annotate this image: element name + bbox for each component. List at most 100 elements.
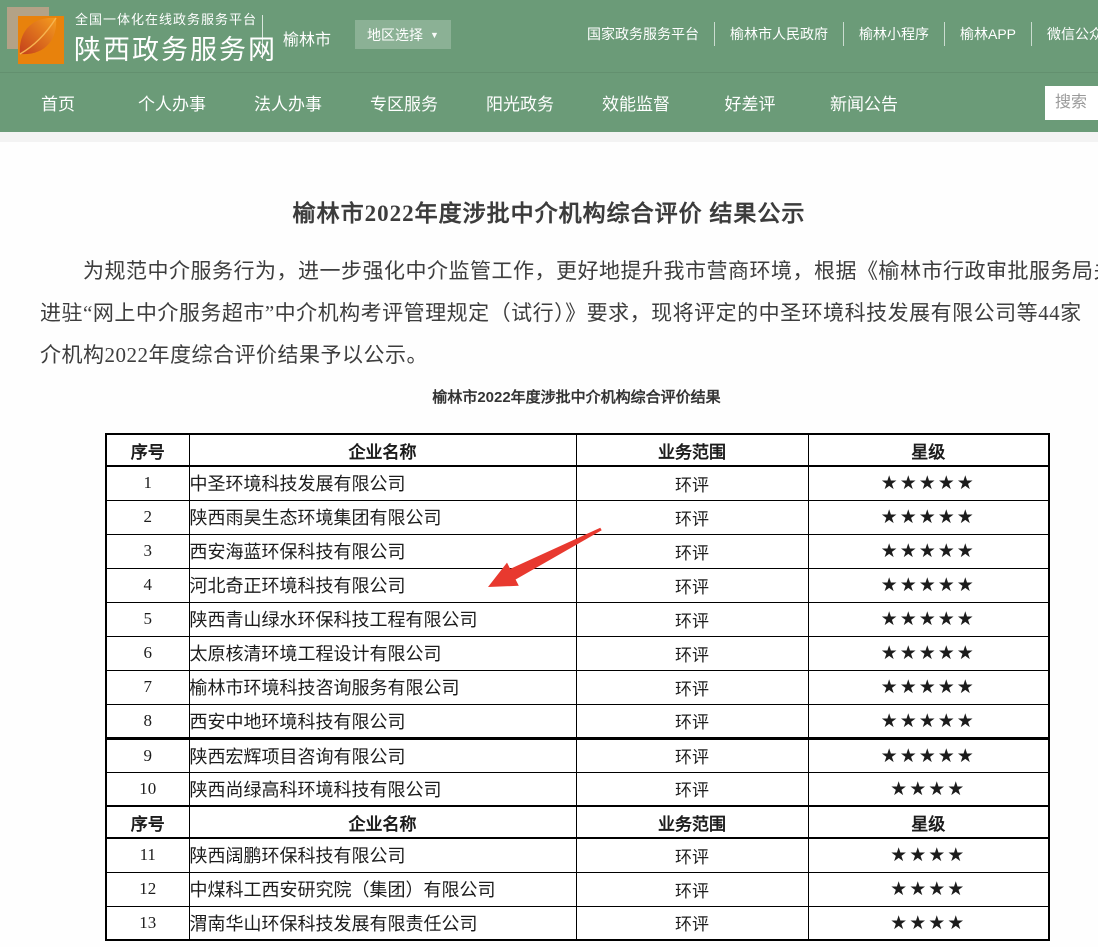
cell-name: 河北奇正环境科技有限公司 (189, 568, 576, 602)
nav-item[interactable]: 个人办事 (138, 90, 206, 115)
table-row: 4河北奇正环境科技有限公司环评★★★★★ (106, 568, 1049, 602)
table-row: 9陕西宏辉项目咨询有限公司环评★★★★★ (106, 738, 1049, 772)
cell-no: 7 (106, 670, 189, 704)
top-link[interactable]: 国家政务服务平台 (572, 22, 715, 46)
cell-scope: 环评 (576, 534, 808, 568)
nav-item[interactable]: 阳光政务 (486, 90, 554, 115)
site-name: 陕西政务服务网 (74, 28, 277, 67)
top-link[interactable]: 榆林小程序 (844, 22, 945, 46)
cell-no: 2 (106, 500, 189, 534)
cell-stars: ★★★★★ (808, 670, 1049, 704)
cell-scope: 环评 (576, 602, 808, 636)
nav-item[interactable]: 首页 (26, 90, 90, 115)
cell-name: 榆林市环境科技咨询服务有限公司 (189, 670, 576, 704)
cell-scope: 环评 (576, 568, 808, 602)
cell-scope: 环评 (576, 838, 808, 872)
nav-item[interactable]: 法人办事 (254, 90, 322, 115)
column-header: 业务范围 (576, 806, 808, 838)
cell-stars: ★★★★★ (808, 704, 1049, 738)
search-box[interactable] (1045, 86, 1098, 120)
column-header: 序号 (106, 434, 189, 466)
table-row: 7榆林市环境科技咨询服务有限公司环评★★★★★ (106, 670, 1049, 704)
table-row: 6太原核清环境工程设计有限公司环评★★★★★ (106, 636, 1049, 670)
cell-stars: ★★★★ (808, 838, 1049, 872)
page-title: 榆林市2022年度涉批中介机构综合评价 结果公示 (0, 194, 1098, 228)
main-nav: 首页 个人办事 法人办事 专区服务 阳光政务 效能监督 好差评 新闻公告 (0, 72, 1098, 132)
table-row: 5陕西青山绿水环保科技工程有限公司环评★★★★★ (106, 602, 1049, 636)
cell-no: 10 (106, 772, 189, 806)
cell-stars: ★★★★ (808, 872, 1049, 906)
nav-bottom-strip (0, 132, 1098, 142)
announcement-paragraph: 为规范中介服务行为，进一步强化中介监管工作，更好地提升我市营商环境，根据《榆林市… (40, 250, 1098, 376)
table-caption: 榆林市2022年度涉批中介机构综合评价结果 (105, 386, 1048, 407)
table-row: 8西安中地环境科技有限公司环评★★★★★ (106, 704, 1049, 738)
cell-no: 4 (106, 568, 189, 602)
table-row: 13渭南华山环保科技发展有限责任公司环评★★★★ (106, 906, 1049, 940)
region-selector-label: 地区选择 (367, 25, 423, 45)
cell-name: 西安中地环境科技有限公司 (189, 704, 576, 738)
cell-stars: ★★★★★ (808, 466, 1049, 500)
column-header: 企业名称 (189, 806, 576, 838)
site-header: 全国一体化在线政务服务平台 陕西政务服务网 榆林市 地区选择 ▼ 国家政务服务平… (0, 0, 1098, 72)
site-logo-icon[interactable] (6, 6, 64, 66)
cell-name: 陕西雨昊生态环境集团有限公司 (189, 500, 576, 534)
table-header-row: 序号企业名称业务范围星级 (106, 434, 1049, 466)
table-row: 10陕西尚绿高科环境科技有限公司环评★★★★ (106, 772, 1049, 806)
cell-no: 13 (106, 906, 189, 940)
cell-stars: ★★★★★ (808, 602, 1049, 636)
cell-no: 6 (106, 636, 189, 670)
cell-scope: 环评 (576, 872, 808, 906)
cell-name: 陕西宏辉项目咨询有限公司 (189, 738, 576, 772)
cell-name: 西安海蓝环保科技有限公司 (189, 534, 576, 568)
header-divider (262, 15, 263, 59)
nav-item[interactable]: 新闻公告 (830, 90, 898, 115)
cell-scope: 环评 (576, 704, 808, 738)
cell-scope: 环评 (576, 738, 808, 772)
region-selector-button[interactable]: 地区选择 ▼ (355, 20, 451, 49)
top-link[interactable]: 微信公众号 (1032, 22, 1098, 46)
table-row: 11陕西阔鹏环保科技有限公司环评★★★★ (106, 838, 1049, 872)
column-header: 星级 (808, 806, 1049, 838)
cell-name: 中煤科工西安研究院（集团）有限公司 (189, 872, 576, 906)
column-header: 业务范围 (576, 434, 808, 466)
cell-no: 1 (106, 466, 189, 500)
cell-name: 太原核清环境工程设计有限公司 (189, 636, 576, 670)
cell-stars: ★★★★★ (808, 534, 1049, 568)
cell-name: 陕西青山绿水环保科技工程有限公司 (189, 602, 576, 636)
search-input[interactable] (1045, 86, 1098, 120)
evaluation-results-table: 序号企业名称业务范围星级1中圣环境科技发展有限公司环评★★★★★2陕西雨昊生态环… (105, 433, 1050, 941)
nav-item[interactable]: 好差评 (718, 90, 782, 115)
top-link[interactable]: 榆林市人民政府 (715, 22, 844, 46)
cell-scope: 环评 (576, 906, 808, 940)
cell-stars: ★★★★★ (808, 636, 1049, 670)
top-link[interactable]: 榆林APP (945, 22, 1032, 46)
paragraph-line: 介机构2022年度综合评价结果予以公示。 (40, 334, 1098, 376)
cell-name: 陕西阔鹏环保科技有限公司 (189, 838, 576, 872)
nav-item[interactable]: 专区服务 (370, 90, 438, 115)
table-header-row: 序号企业名称业务范围星级 (106, 806, 1049, 838)
cell-name: 陕西尚绿高科环境科技有限公司 (189, 772, 576, 806)
paragraph-line: 为规范中介服务行为，进一步强化中介监管工作，更好地提升我市营商环境，根据《榆林市… (40, 250, 1098, 292)
cell-name: 渭南华山环保科技发展有限责任公司 (189, 906, 576, 940)
cell-stars: ★★★★★ (808, 568, 1049, 602)
cell-stars: ★★★★ (808, 906, 1049, 940)
current-city-label: 榆林市 (283, 26, 331, 50)
page: 全国一体化在线政务服务平台 陕西政务服务网 榆林市 地区选择 ▼ 国家政务服务平… (0, 0, 1098, 947)
cell-stars: ★★★★★ (808, 738, 1049, 772)
table-row: 1中圣环境科技发展有限公司环评★★★★★ (106, 466, 1049, 500)
table-row: 12中煤科工西安研究院（集团）有限公司环评★★★★ (106, 872, 1049, 906)
nav-item[interactable]: 效能监督 (602, 90, 670, 115)
cell-no: 11 (106, 838, 189, 872)
platform-label: 全国一体化在线政务服务平台 (75, 9, 257, 28)
cell-scope: 环评 (576, 670, 808, 704)
column-header: 序号 (106, 806, 189, 838)
cell-name: 中圣环境科技发展有限公司 (189, 466, 576, 500)
cell-scope: 环评 (576, 772, 808, 806)
top-links: 国家政务服务平台榆林市人民政府榆林小程序榆林APP微信公众号注册 (572, 22, 1098, 46)
table-row: 3西安海蓝环保科技有限公司环评★★★★★ (106, 534, 1049, 568)
chevron-down-icon: ▼ (430, 30, 439, 40)
cell-stars: ★★★★★ (808, 500, 1049, 534)
cell-no: 9 (106, 738, 189, 772)
cell-scope: 环评 (576, 466, 808, 500)
paragraph-line: 进驻“网上中介服务超市”中介机构考评管理规定（试行）》要求，现将评定的中圣环境科… (40, 292, 1098, 334)
